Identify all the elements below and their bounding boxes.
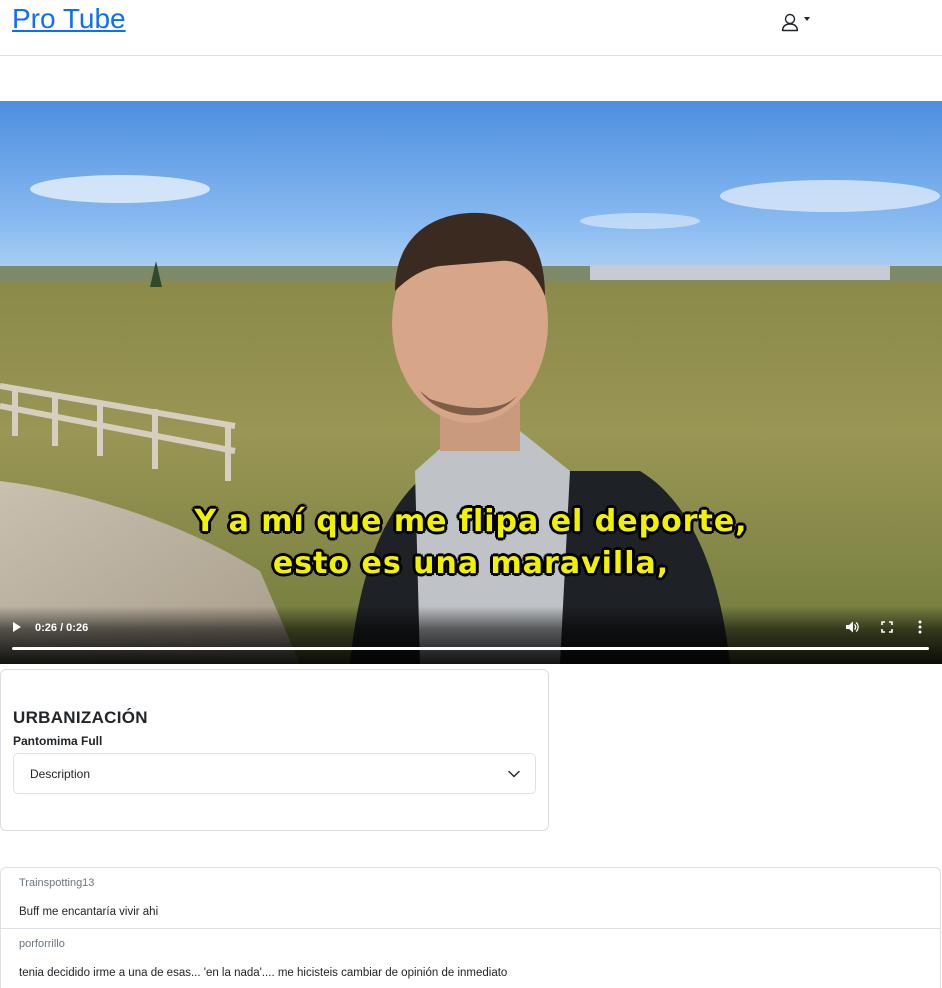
- subtitle-line-1: Y a mí que me flipa el deporte,: [194, 504, 748, 539]
- description-label: Description: [30, 767, 91, 781]
- user-icon: [780, 12, 800, 32]
- fullscreen-icon[interactable]: [881, 620, 893, 638]
- time-display: 0:26 / 0:26: [35, 622, 89, 634]
- play-icon[interactable]: [13, 622, 21, 632]
- video-controls: 0:26 / 0:26: [0, 606, 942, 664]
- video-info-card: URBANIZACIÓN Pantomima Full Description: [0, 669, 549, 831]
- comments-list: Trainspotting13 Buff me encantaría vivir…: [0, 867, 941, 988]
- progress-bar[interactable]: [12, 647, 929, 650]
- comment-item: Trainspotting13 Buff me encantaría vivir…: [1, 868, 940, 929]
- navbar: Pro Tube: [0, 0, 942, 56]
- comment-author: porforrillo: [19, 938, 65, 950]
- video-subtitles: Y a mí que me flipa el deporte, esto es …: [0, 501, 942, 585]
- comment-item: porforrillo tenia decidido irme a una de…: [1, 929, 940, 988]
- channel-name[interactable]: Pantomima Full: [13, 734, 102, 748]
- video-player[interactable]: Y a mí que me flipa el deporte, esto es …: [0, 101, 942, 664]
- volume-icon[interactable]: [845, 620, 859, 639]
- comment-text: tenia decidido irme a una de esas... 'en…: [19, 967, 508, 979]
- chevron-down-icon: [507, 767, 521, 786]
- subtitle-line-2: esto es una maravilla,: [272, 546, 670, 581]
- description-accordion[interactable]: Description: [13, 753, 536, 794]
- more-options-icon[interactable]: [918, 620, 922, 639]
- comment-author: Trainspotting13: [19, 877, 95, 889]
- video-title: URBANIZACIÓN: [13, 708, 148, 727]
- brand-link[interactable]: Pro Tube: [12, 3, 126, 35]
- comment-text: Buff me encantaría vivir ahi: [19, 906, 159, 918]
- caret-down-icon: [804, 17, 810, 21]
- user-menu-toggle[interactable]: [780, 12, 810, 32]
